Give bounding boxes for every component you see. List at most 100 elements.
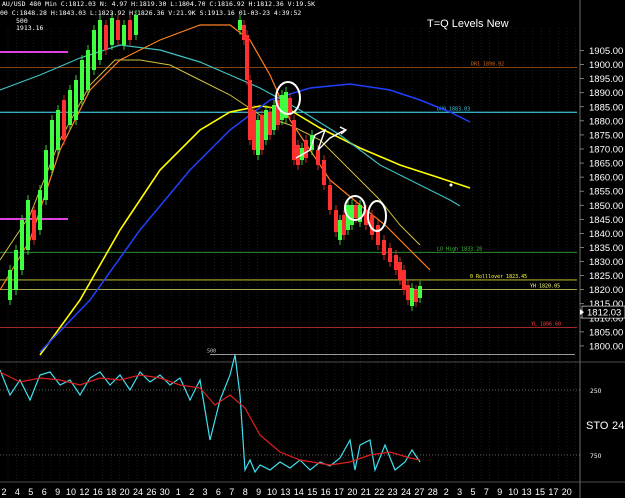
x-tick-label: 2 bbox=[1, 487, 6, 497]
candle-body bbox=[354, 205, 358, 218]
x-tick-label: 22 bbox=[374, 487, 384, 497]
y-tick-label: 1840.00 bbox=[589, 229, 623, 240]
candle-body bbox=[406, 285, 410, 300]
x-tick-label: 7 bbox=[229, 487, 234, 497]
x-tick-label: 6 bbox=[42, 487, 47, 497]
candle-body bbox=[248, 80, 252, 140]
x-tick-label: 3 bbox=[202, 487, 207, 497]
candle-body bbox=[260, 115, 264, 150]
sto-tick-label: 750 bbox=[590, 453, 602, 460]
candle-body bbox=[322, 160, 326, 185]
moving-averages bbox=[0, 24, 471, 356]
candle-body bbox=[334, 210, 338, 232]
candle-body bbox=[74, 80, 78, 120]
candle-body bbox=[338, 220, 342, 240]
y-tick-label: 1825.00 bbox=[589, 271, 623, 282]
level-label: YH 1820.05 bbox=[530, 284, 560, 290]
candle-body bbox=[350, 205, 354, 225]
ma-cyan-line bbox=[0, 44, 461, 207]
candle-body bbox=[68, 90, 72, 125]
x-tick-label: 10 bbox=[66, 487, 76, 497]
x-tick-label: 10 bbox=[508, 487, 518, 497]
x-tick-label: 30 bbox=[160, 487, 170, 497]
x-tick-label: 17 bbox=[548, 487, 558, 497]
candle-body bbox=[134, 15, 138, 35]
hand-arrow bbox=[295, 128, 346, 159]
y-tick-label: 1890.00 bbox=[589, 88, 623, 99]
candle-body bbox=[26, 200, 30, 250]
candle-body bbox=[328, 185, 332, 210]
x-tick-label: 16 bbox=[321, 487, 331, 497]
sto-fast-line bbox=[0, 354, 421, 474]
x-tick-label: 15 bbox=[535, 487, 545, 497]
x-tick-label: 20 bbox=[347, 487, 357, 497]
x-tick-label: 24 bbox=[401, 487, 411, 497]
candle-body bbox=[122, 25, 126, 45]
candle-body bbox=[376, 225, 380, 245]
x-tick-label: 4 bbox=[15, 487, 20, 497]
x-tick-label: 28 bbox=[428, 487, 438, 497]
x-tick-label: 2 bbox=[189, 487, 194, 497]
sto-slow-line bbox=[0, 371, 421, 466]
y-tick-label: 1845.00 bbox=[589, 215, 623, 226]
x-tick-label: 2 bbox=[444, 487, 449, 497]
x-tick-label: 9 bbox=[256, 487, 261, 497]
x-tick-label: 15 bbox=[307, 487, 317, 497]
level-label: LO High 1833.28 bbox=[437, 246, 482, 252]
x-tick-label: 3 bbox=[457, 487, 462, 497]
y-tick-label: 1875.00 bbox=[589, 130, 623, 141]
candle-body bbox=[38, 190, 42, 230]
candle-body bbox=[272, 105, 276, 130]
x-tick-label: 1 bbox=[176, 487, 181, 497]
x-tick-label: 18 bbox=[106, 487, 116, 497]
sto-label: STO bbox=[586, 420, 609, 432]
x-tick-label: 23 bbox=[388, 487, 398, 497]
x-tick-label: 8 bbox=[243, 487, 248, 497]
candle-body bbox=[414, 290, 418, 302]
ma-gold-line bbox=[0, 59, 421, 261]
y-tick-label: 1800.00 bbox=[589, 341, 623, 352]
y-tick-label: 1805.00 bbox=[589, 327, 623, 338]
y-tick-label: 1830.00 bbox=[589, 257, 623, 268]
x-tick-label: 16 bbox=[93, 487, 103, 497]
y-tick-label: 1865.00 bbox=[589, 159, 623, 170]
candle-body bbox=[98, 20, 102, 60]
y-tick-label: 1855.00 bbox=[589, 187, 623, 198]
x-tick-label: 9 bbox=[55, 487, 60, 497]
candle-body bbox=[110, 18, 114, 45]
y-tick-label: 1895.00 bbox=[589, 74, 623, 85]
x-tick-label: 20 bbox=[562, 487, 572, 497]
candlesticks bbox=[8, 10, 422, 311]
candle-body bbox=[402, 270, 406, 290]
candle-body bbox=[410, 288, 414, 306]
sto-value: 24 bbox=[612, 420, 624, 432]
marker-500-label: 500 bbox=[207, 348, 216, 354]
candle-body bbox=[394, 255, 398, 270]
candle-body bbox=[92, 30, 96, 70]
x-tick-label: 13 bbox=[280, 487, 290, 497]
price-chart: DR1 1898.92DH0 1883.03LO High 1833.280 R… bbox=[0, 0, 625, 498]
candle-body bbox=[304, 140, 308, 158]
x-tick-label: 10 bbox=[267, 487, 277, 497]
candle-body bbox=[296, 145, 300, 165]
candle-body bbox=[8, 270, 12, 300]
x-tick-label: 12 bbox=[79, 487, 89, 497]
x-tick-label: 20 bbox=[120, 487, 130, 497]
candle-body bbox=[268, 112, 272, 135]
header-row3-b: 1913.16 bbox=[16, 24, 44, 32]
candle-body bbox=[104, 25, 108, 50]
chart-title: T=Q Levels New bbox=[427, 18, 509, 30]
x-tick-label: 27 bbox=[414, 487, 424, 497]
x-tick-label: 14 bbox=[294, 487, 304, 497]
dot bbox=[449, 183, 453, 187]
y-tick-label: 1820.00 bbox=[589, 285, 623, 296]
last-price-label: 1812.03 bbox=[587, 308, 621, 319]
header-line-1: AU/USD 480 Min C:1812.03 N: 4.97 H:1819.… bbox=[2, 0, 316, 8]
x-tick-label: 17 bbox=[334, 487, 344, 497]
x-tick-label: 5 bbox=[470, 487, 475, 497]
candle-body bbox=[388, 248, 392, 262]
y-tick-label: 1870.00 bbox=[589, 144, 623, 155]
x-tick-label: 24 bbox=[133, 487, 143, 497]
candle-body bbox=[238, 20, 242, 30]
y-tick-label: 1885.00 bbox=[589, 102, 623, 113]
